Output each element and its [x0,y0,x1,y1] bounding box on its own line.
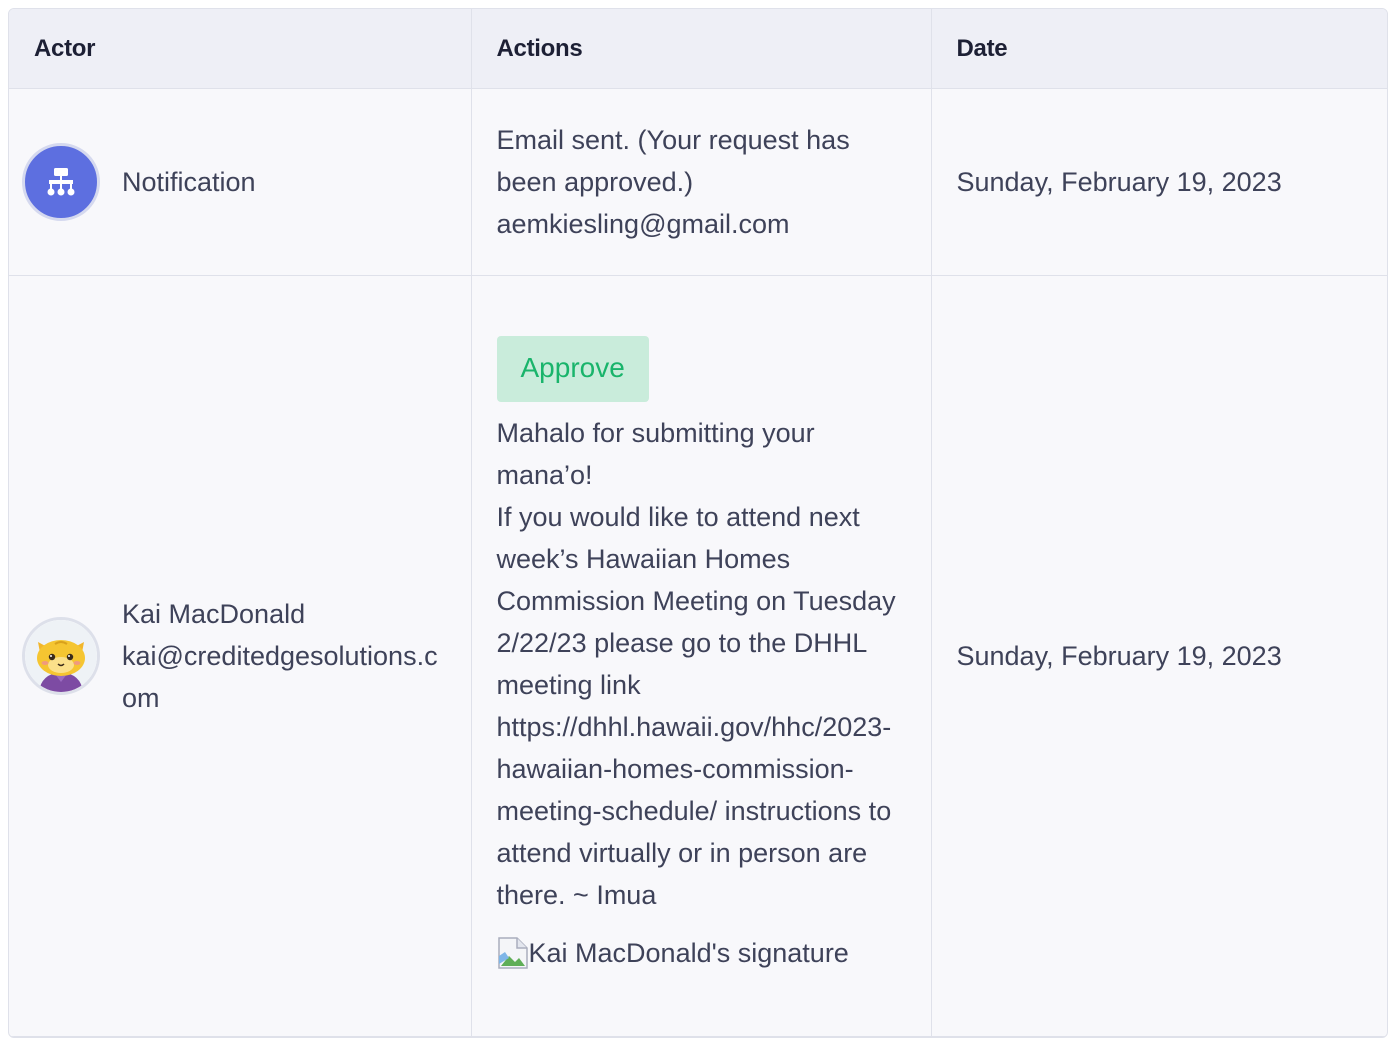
status-badge: Approve [496,336,649,402]
column-header-actions: Actions [471,9,932,89]
table-row: Kai MacDonald kai@creditedgesolutions.co… [9,275,1387,1037]
date-text: Sunday, February 19, 2023 [956,641,1282,671]
actor-cell: Kai MacDonald kai@creditedgesolutions.co… [9,275,472,1037]
action-text: Email sent. (Your request has been appro… [497,119,906,245]
comment: Mahalo for submitting your mana’o! If yo… [497,412,906,916]
signature-alt-text: Kai MacDonald's signature [528,938,849,968]
action-email: aemkiesling@gmail.com [496,209,790,239]
broken-image-icon [497,936,529,970]
activity-table-container: Actor Actions Date Notification Email se… [8,8,1388,1038]
date-text: Sunday, February 19, 2023 [956,167,1282,197]
sitemap-icon [47,168,75,196]
actor: Notification [22,143,451,221]
action-content: Approve Mahalo for submitting your mana’… [496,310,906,1002]
actor-cell: Notification [9,88,472,276]
action-line: been approved.) [496,167,694,197]
activity-table: Actor Actions Date Notification Email se… [9,9,1387,1037]
actor-email: kai@creditedgesolutions.com [122,641,438,713]
action-line: Email sent. (Your request has [496,125,850,155]
cat-avatar-icon [25,620,97,692]
actions-cell: Email sent. (Your request has been appro… [471,88,932,276]
date-cell: Sunday, February 19, 2023 [931,275,1387,1037]
signature: Kai MacDonald's signature [497,932,906,974]
notification-avatar [22,143,100,221]
actions-cell: Approve Mahalo for submitting your mana’… [471,275,932,1037]
actor-name: Notification [122,167,256,197]
column-header-date: Date [931,9,1387,89]
table-row: Notification Email sent. (Your request h… [9,88,1387,276]
user-avatar [22,617,100,695]
comment-heading: Mahalo for submitting your mana’o! [496,418,815,490]
actor-info: Kai MacDonald kai@creditedgesolutions.co… [122,593,451,719]
comment-body: If you would like to attend next week’s … [496,502,896,910]
column-header-actor: Actor [9,9,472,89]
actor: Kai MacDonald kai@creditedgesolutions.co… [22,593,451,719]
actor-name: Kai MacDonald [122,599,306,629]
table-header-row: Actor Actions Date [9,9,1387,89]
date-cell: Sunday, February 19, 2023 [931,88,1387,276]
actor-info: Notification [122,161,256,203]
